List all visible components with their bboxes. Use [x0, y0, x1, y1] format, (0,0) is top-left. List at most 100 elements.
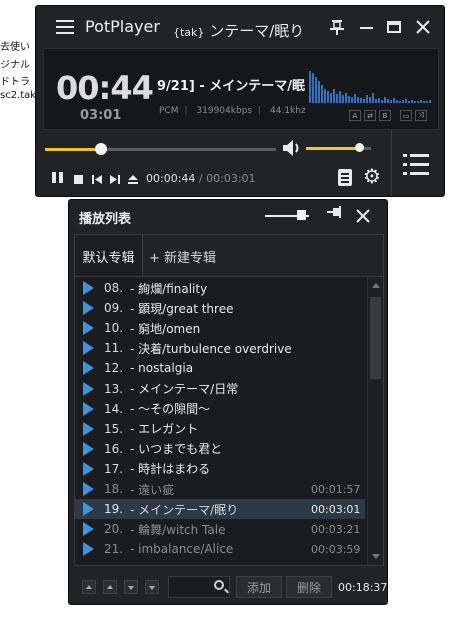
title-bar[interactable]: PotPlayer {tak} ンテーマ/眠り [36, 6, 444, 46]
play-icon [83, 522, 94, 537]
playlist-item[interactable]: 10. - 窮地/omen [75, 318, 365, 338]
track-duration: 00:03:21 [311, 522, 361, 536]
play-icon [83, 482, 94, 496]
playlist-list[interactable]: 08. - 絢爛/finality 09. - 顕現/great three 10. - … [74, 276, 384, 566]
pause-icon[interactable] [52, 172, 63, 186]
move-top-button[interactable] [82, 580, 96, 594]
delete-button[interactable]: 删除 [286, 576, 332, 598]
repeat-button[interactable]: ⇄ [364, 110, 376, 121]
track-name: - imbalance/Alice [130, 542, 234, 557]
track-name: - 時計はまわる [130, 462, 211, 477]
search-icon[interactable] [214, 580, 224, 590]
eject-icon[interactable] [128, 173, 138, 187]
move-down-button[interactable] [124, 580, 138, 594]
current-time-display[interactable]: 00:44 [56, 69, 154, 107]
now-playing-title: 9/21] - メインテーマ/眠 [157, 79, 306, 94]
playlist-item[interactable]: 14. - ～その隙間～ [75, 399, 365, 419]
playlist-total-duration: 00:18:37 [338, 581, 388, 594]
volume-slider-handle[interactable] [355, 143, 365, 152]
next-icon[interactable] [110, 173, 120, 187]
scrollbar-thumb[interactable] [370, 297, 381, 379]
close-icon[interactable] [412, 16, 434, 38]
playlist-item[interactable]: 11. - 決着/turbulence overdrive [75, 338, 365, 358]
playlist-opacity-handle[interactable] [297, 210, 307, 220]
scroll-up-icon[interactable] [372, 283, 380, 288]
track-name: - 決着/turbulence overdrive [130, 341, 292, 356]
track-number: 10. [104, 321, 124, 336]
track-name: - いつまでも君と [130, 442, 223, 457]
track-number: 08. [104, 281, 124, 295]
track-name: - 絢爛/finality [130, 281, 208, 296]
track-name: - メインテーマ/眠り [130, 502, 239, 517]
playlist-item[interactable]: 08. - 絢爛/finality [75, 278, 365, 298]
track-name: - 窮地/omen [130, 321, 201, 336]
playlist-item[interactable]: 18. - 遠い疵 00:01:57 [75, 479, 365, 499]
playlist-item[interactable]: 15. - エレガント [75, 419, 365, 439]
track-name: - ～その隙間～ [130, 402, 211, 417]
track-duration: 00:01:57 [311, 482, 361, 496]
playlist-item[interactable]: 20. - 輪舞/witch Tale 00:03:21 [75, 519, 365, 539]
app-title: PotPlayer [85, 17, 160, 36]
play-icon [83, 441, 94, 456]
track-name: - nostalgia [130, 361, 194, 376]
scrollbar[interactable] [367, 277, 383, 565]
playlist-window: 播放列表 默认专辑 + 新建专辑 08. - 絢爛/finality 09. - 顕現… [68, 199, 388, 605]
ab-repeat-a-button[interactable]: A [349, 110, 361, 121]
play-icon [83, 421, 94, 436]
playlist-toggle-icon[interactable] [403, 154, 429, 176]
menu-icon[interactable] [56, 20, 74, 34]
small-option-buttons: A ⇄ B ▭ ⤨ [349, 110, 430, 121]
ab-repeat-b-button[interactable]: B [379, 110, 391, 121]
playlist-bottom-bar: 添加 删除 00:18:37 [74, 572, 388, 600]
title-tag: {tak} [173, 26, 205, 39]
scroll-down-icon[interactable] [372, 554, 380, 559]
minimize-icon[interactable] [355, 16, 377, 38]
track-number: 19. [104, 502, 124, 517]
tab-default-album[interactable]: 默认专辑 [75, 235, 143, 277]
track-number: 15. [104, 421, 124, 436]
track-duration: 00:03:59 [311, 542, 361, 556]
playlist-item[interactable]: 13. - メインテーマ/日常 [75, 379, 365, 399]
album-tabs: 默认专辑 + 新建专辑 [74, 234, 384, 277]
playlist-item[interactable]: 21. - imbalance/Alice 00:03:59 [75, 539, 365, 559]
play-icon [83, 502, 94, 517]
move-up-button[interactable] [103, 580, 117, 594]
add-button[interactable]: 添加 [236, 576, 282, 598]
track-name: - エレガント [130, 422, 199, 437]
screen-button[interactable]: ▭ [400, 110, 412, 121]
spectrum-visualizer [309, 71, 437, 103]
tab-new-album[interactable]: + 新建专辑 [149, 235, 216, 277]
playlist-item[interactable]: 17. - 時計はまわる [75, 459, 365, 479]
shuffle-button[interactable]: ⤨ [415, 110, 427, 121]
play-icon [83, 381, 94, 396]
stop-icon[interactable] [74, 173, 83, 187]
playback-time: 00:00:44 / 00:03:01 [146, 172, 256, 185]
samplerate-label: 44.1khz [270, 106, 306, 116]
background-text: ドトラ [0, 77, 30, 88]
play-icon [83, 341, 94, 356]
gear-icon[interactable]: ⚙ [363, 166, 381, 186]
playlist-item[interactable]: 12. - nostalgia [75, 358, 365, 378]
pin-icon[interactable] [326, 16, 348, 38]
playlist-item[interactable]: 16. - いつまでも君と [75, 439, 365, 459]
close-icon[interactable] [356, 204, 370, 228]
background-text: ジナル [0, 60, 30, 71]
bitrate-label: 319904kbps [196, 106, 253, 116]
seek-bar-handle[interactable] [95, 143, 108, 155]
track-number: 14. [104, 401, 124, 416]
play-icon [83, 301, 94, 316]
track-number: 18. [104, 482, 124, 496]
play-icon [83, 461, 94, 476]
move-bottom-button[interactable] [145, 580, 159, 594]
volume-slider-fill [306, 147, 360, 150]
volume-icon[interactable] [282, 139, 304, 157]
pin-icon[interactable] [327, 206, 343, 222]
track-number: 21. [104, 542, 124, 557]
document-icon[interactable] [338, 169, 352, 186]
maximize-icon[interactable] [383, 16, 405, 38]
previous-icon[interactable] [92, 173, 102, 187]
playlist-item[interactable]: 09. - 顕現/great three [75, 298, 365, 318]
format-label: PCM [159, 106, 179, 116]
playlist-item[interactable]: 19. - メインテーマ/眠り 00:03:01 [75, 499, 365, 520]
track-number: 13. [104, 381, 124, 396]
